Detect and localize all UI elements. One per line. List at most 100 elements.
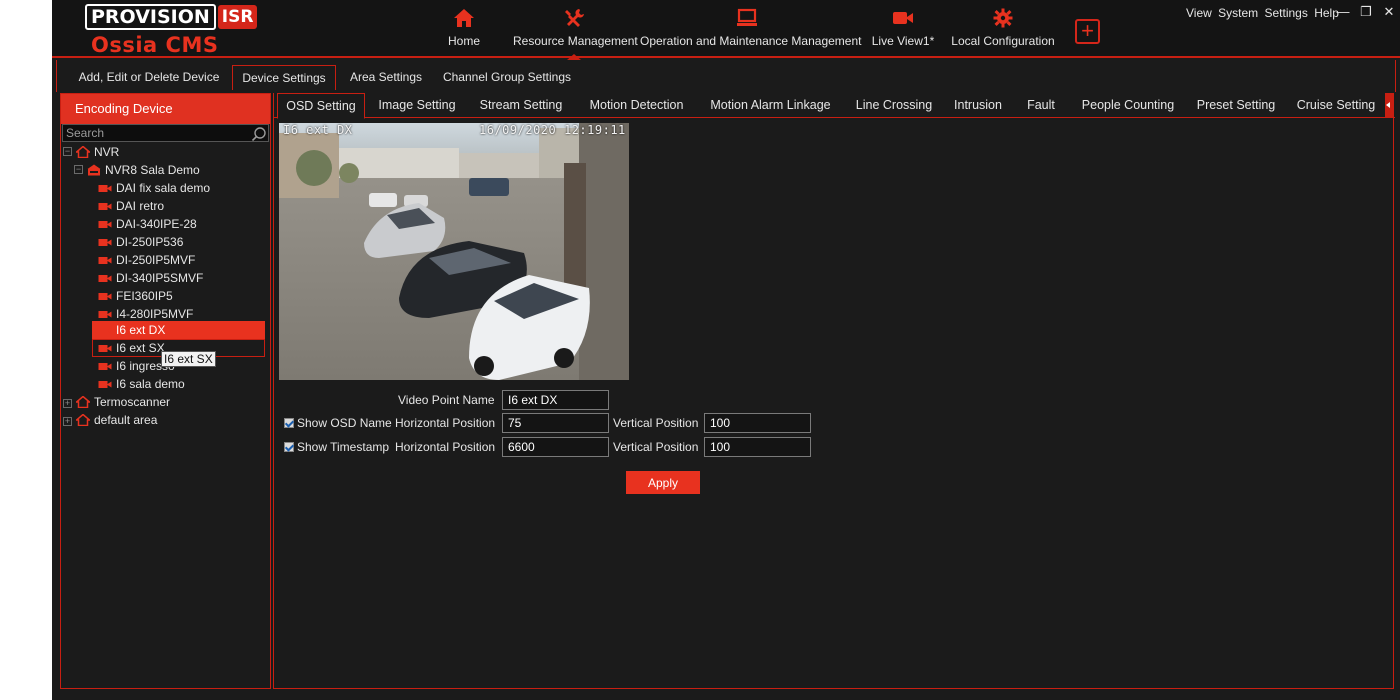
logo-wordmark: PROVISION <box>85 4 216 30</box>
tree-camera-hover[interactable]: I6 ext SX <box>98 339 165 357</box>
search-input[interactable] <box>66 125 246 141</box>
restore-button[interactable]: ❐ <box>1358 4 1374 20</box>
tree-camera[interactable]: DI-250IP536 <box>98 233 183 251</box>
system-menu: View System Settings Help <box>1186 6 1342 20</box>
tab-scroll-left-button[interactable] <box>1385 93 1393 118</box>
timestamp-horizontal-label: Horizontal Position <box>395 440 496 454</box>
tree-label: DAI retro <box>116 199 165 213</box>
tab-motion-detection[interactable]: Motion Detection <box>579 93 694 118</box>
tree-label: DAI fix sala demo <box>116 181 211 195</box>
tree-area-nvr[interactable]: NVR <box>76 143 119 161</box>
area-home-icon <box>76 145 90 158</box>
osd-name-vertical-label: Vertical Position <box>613 416 699 430</box>
osd-name-vertical-field[interactable] <box>704 413 811 433</box>
video-point-name-field[interactable] <box>502 390 609 410</box>
camera-icon <box>98 380 112 388</box>
tab-image-setting[interactable]: Image Setting <box>371 93 463 118</box>
tree-camera[interactable]: I6 sala demo <box>98 375 185 393</box>
nav-label: Home <box>447 34 480 48</box>
tab-stream-setting[interactable]: Stream Setting <box>472 93 570 118</box>
tab-preset-setting[interactable]: Preset Setting <box>1191 93 1281 118</box>
menu-system[interactable]: System <box>1218 6 1258 20</box>
tree-label: I6 sala demo <box>116 377 185 391</box>
show-timestamp-label: Show Timestamp <box>297 440 390 454</box>
video-point-name-label: Video Point Name <box>398 393 495 407</box>
nav-operation-maintenance[interactable]: Operation and Maintenance Management <box>640 8 862 54</box>
camera-icon <box>98 220 112 228</box>
camera-icon <box>98 274 112 282</box>
nav-label: Live View1* <box>871 34 935 48</box>
tab-cruise-setting[interactable]: Cruise Setting <box>1290 93 1382 118</box>
tree-label: Termoscanner <box>94 395 171 409</box>
tree-camera[interactable]: DAI-340IPE-28 <box>98 215 197 233</box>
tab-fault[interactable]: Fault <box>1017 93 1065 118</box>
close-button[interactable]: ✕ <box>1381 4 1397 20</box>
timestamp-vertical-label: Vertical Position <box>613 440 699 454</box>
expand-default-area-toggle[interactable]: + <box>63 417 72 426</box>
tree-area-termoscanner[interactable]: Termoscanner <box>76 393 170 411</box>
apply-button[interactable]: Apply <box>626 471 700 494</box>
expand-nvr8-toggle[interactable]: − <box>74 165 83 174</box>
window-controls: — ❐ ✕ <box>1335 4 1400 20</box>
settings-tabs: OSD Setting Image Setting Stream Setting… <box>274 93 1395 119</box>
timestamp-vertical-field[interactable] <box>704 437 811 457</box>
top-bar: PROVISION ISR Ossia CMS Home Resource Ma… <box>52 0 1400 60</box>
tree-camera[interactable]: FEI360IP5 <box>98 287 173 305</box>
product-name: Ossia CMS <box>91 33 219 57</box>
tree-camera-selected[interactable]: I6 ext DX <box>98 321 165 339</box>
tree-camera[interactable]: DI-340IP5SMVF <box>98 269 203 287</box>
timestamp-horizontal-field[interactable] <box>502 437 609 457</box>
tooltip: I6 ext SX <box>161 351 216 367</box>
tree-nvr-nvr8-sala-demo[interactable]: NVR8 Sala Demo <box>87 161 200 179</box>
tree-label: NVR <box>94 145 120 159</box>
subtab-channel-group-settings[interactable]: Channel Group Settings <box>439 65 575 90</box>
subtab-device-settings[interactable]: Device Settings <box>232 65 336 90</box>
nvr-device-icon <box>87 164 101 176</box>
tree-label: FEI360IP5 <box>116 289 173 303</box>
provision-logo: PROVISION ISR Ossia CMS <box>85 3 258 57</box>
nav-resource-management[interactable]: Resource Management <box>513 8 638 60</box>
camera-icon <box>98 256 112 264</box>
subtab-add-edit-delete-device[interactable]: Add, Edit or Delete Device <box>74 65 224 90</box>
tab-osd-setting[interactable]: OSD Setting <box>277 93 365 119</box>
nav-home[interactable]: Home <box>444 8 484 54</box>
area-home-icon <box>76 395 90 408</box>
nav-local-configuration[interactable]: Local Configuration <box>950 8 1056 54</box>
camera-icon <box>98 238 112 246</box>
tree-label: DAI-340IPE-28 <box>116 217 197 231</box>
tree-camera[interactable]: DAI fix sala demo <box>98 179 210 197</box>
area-home-icon <box>76 413 90 426</box>
tree-label: default area <box>94 413 158 427</box>
expand-termoscanner-toggle[interactable]: + <box>63 399 72 408</box>
tree-area-default[interactable]: default area <box>76 411 157 429</box>
show-osd-name-checkbox[interactable] <box>284 418 294 428</box>
tab-people-counting[interactable]: People Counting <box>1073 93 1183 118</box>
camera-icon <box>98 202 112 210</box>
camera-icon <box>98 362 112 370</box>
tree-label: DI-250IP5MVF <box>116 253 196 267</box>
add-tab-button[interactable]: + <box>1075 19 1100 44</box>
menu-settings[interactable]: Settings <box>1265 6 1308 20</box>
nav-label: Operation and Maintenance Management <box>640 34 862 48</box>
minimize-button[interactable]: — <box>1335 4 1351 20</box>
osd-name-horizontal-field[interactable] <box>502 413 609 433</box>
panel-title: Encoding Device <box>61 94 270 124</box>
show-osd-name-label: Show OSD Name <box>297 416 392 430</box>
tab-intrusion[interactable]: Intrusion <box>948 93 1008 118</box>
resource-subtabs: Add, Edit or Delete Device Device Settin… <box>56 60 1396 92</box>
osd-name-overlay: I6 ext DX <box>283 123 353 137</box>
tree-camera[interactable]: DI-250IP5MVF <box>98 251 195 269</box>
tree-camera[interactable]: DAI retro <box>98 197 164 215</box>
menu-view[interactable]: View <box>1186 6 1212 20</box>
tree-label: NVR8 Sala Demo <box>105 163 200 177</box>
tab-line-crossing[interactable]: Line Crossing <box>847 93 941 118</box>
tree-label: I6 ext DX <box>116 323 166 337</box>
show-timestamp-checkbox[interactable] <box>284 442 294 452</box>
expand-nvr-toggle[interactable]: − <box>63 147 72 156</box>
nav-live-view[interactable]: Live View1* <box>870 8 936 54</box>
tab-motion-alarm-linkage[interactable]: Motion Alarm Linkage <box>702 93 839 118</box>
search-icon[interactable] <box>251 126 267 142</box>
camera-preview: I6 ext DX 16/09/2020 12:19:11 <box>279 123 629 380</box>
camera-icon <box>98 344 112 352</box>
subtab-area-settings[interactable]: Area Settings <box>343 65 429 90</box>
